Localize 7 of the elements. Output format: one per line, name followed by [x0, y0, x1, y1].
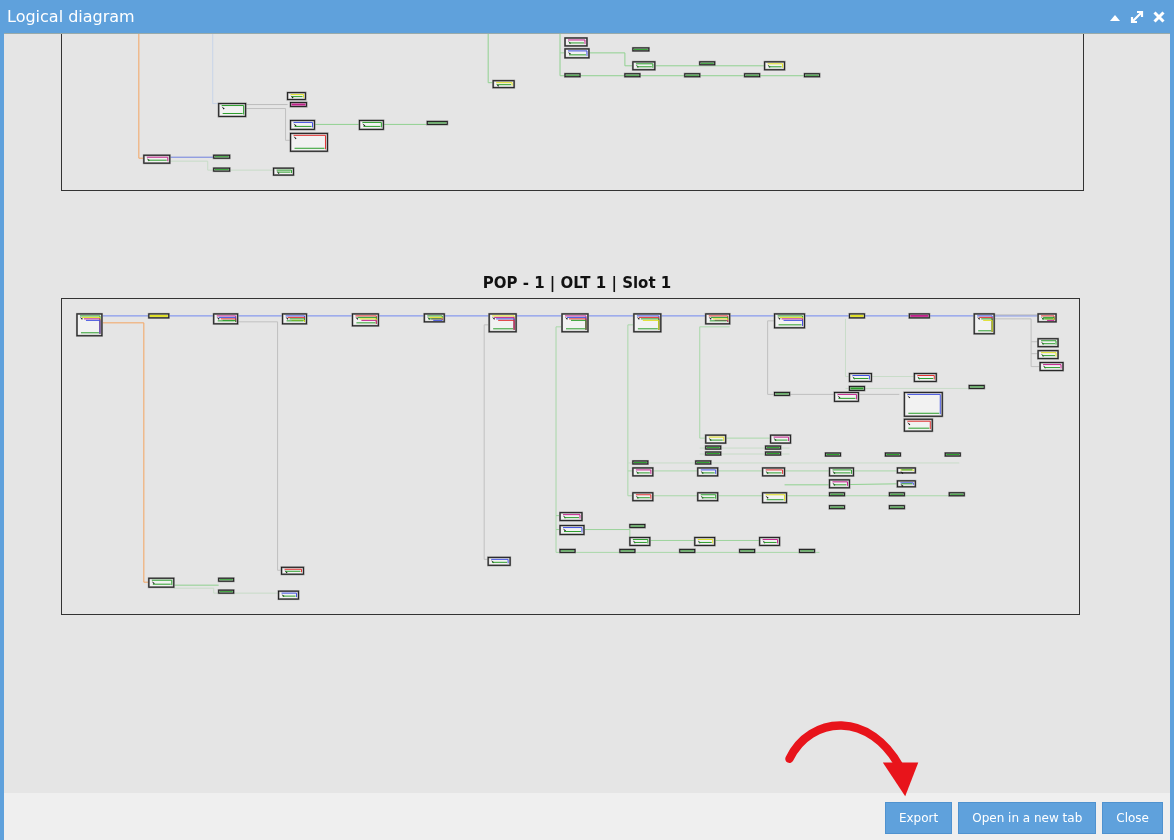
maximize-icon[interactable]: [1130, 9, 1144, 24]
close-button[interactable]: Close: [1102, 802, 1163, 834]
open-new-tab-button[interactable]: Open in a new tab: [958, 802, 1097, 834]
export-button[interactable]: Export: [884, 802, 953, 834]
window-title: Logical diagram: [7, 7, 135, 26]
diagram-title: POP - 1 | OLT 1 | Slot 1: [481, 273, 673, 293]
close-icon[interactable]: [1152, 9, 1166, 24]
